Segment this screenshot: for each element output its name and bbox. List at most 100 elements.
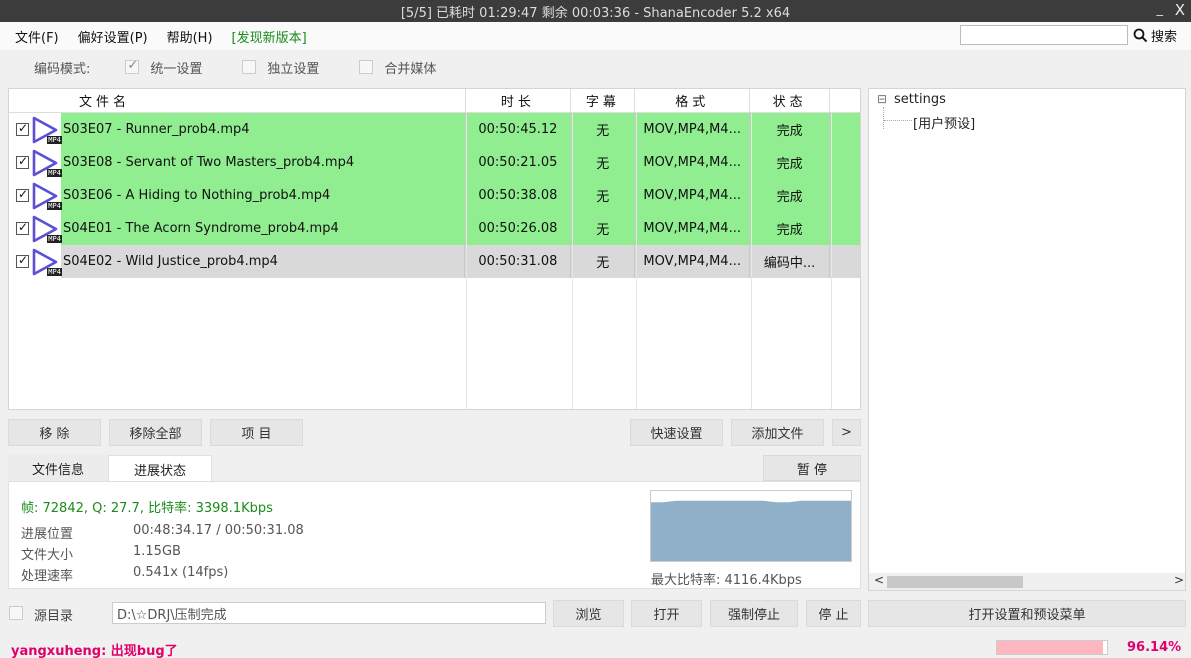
menu-new-version[interactable]: [发现新版本] [232,27,307,46]
row-filename: S04E02 - Wild Justice_prob4.mp4 [60,245,466,278]
row-subtitle: 无 [571,179,636,212]
search-icon [1133,28,1148,43]
row-duration: 00:50:38.08 [465,179,572,212]
header-status[interactable]: 状态 [750,89,831,112]
minimize-button[interactable]: _ [1157,2,1164,17]
menu-help[interactable]: 帮助(H) [167,27,213,46]
browse-button[interactable]: 浏览 [553,600,624,627]
row-status: 完成 [750,146,831,179]
max-bitrate: 最大比特率: 4116.4Kbps [651,573,802,588]
file-table: 文件名 时长 字幕 格式 状态 MP4 S03E07 - Runner_prob… [8,88,861,410]
table-row-1[interactable]: MP4 S03E07 - Runner_prob4.mp4 00:50:45.1… [9,113,860,146]
independent-settings-label: 独立设置 [267,61,320,77]
header-format[interactable]: 格式 [635,89,751,112]
source-dir-checkbox[interactable] [9,605,23,620]
mp4-tag: MP4 [47,234,62,243]
status-message: yangxuheng: 出现bug了 [11,644,178,658]
header-filename[interactable]: 文件名 [9,89,466,112]
header-duration[interactable]: 时长 [466,89,572,112]
encode-summary: 帧: 72842, Q: 27.7, 比特率: 3398.1Kbps [21,501,273,516]
title-bar: [5/5] 已耗时 01:29:47 剩余 00:03:36 - ShanaEn… [0,0,1191,22]
row-subtitle: 无 [571,245,636,278]
position-label: 进展位置 [21,527,74,542]
tree-user-presets[interactable]: [用户预设] [913,113,975,132]
header-extra [830,89,860,112]
menu-preferences[interactable]: 偏好设置(P) [78,27,148,46]
row-duration: 00:50:31.08 [465,245,572,278]
pause-button[interactable]: 暂 停 [763,455,861,481]
speed-label: 处理速率 [21,569,74,584]
stop-button[interactable]: 停 止 [806,600,861,627]
settings-tree-panel: ⊟ settings [用户预设] < > [868,88,1186,591]
add-file-button[interactable]: 添加文件 [731,419,824,446]
row-filename: S04E01 - The Acorn Syndrome_prob4.mp4 [60,212,466,245]
search-input[interactable] [960,25,1128,45]
unified-settings-checkbox[interactable] [125,58,140,74]
mp4-file-icon: MP4 [30,214,62,244]
size-label: 文件大小 [21,548,74,563]
row-duration: 00:50:21.05 [465,146,572,179]
encode-mode-label: 编码模式: [34,61,91,77]
force-stop-button[interactable]: 强制停止 [710,600,798,627]
search-button-label: 搜索 [1151,30,1178,45]
row-checkbox[interactable] [15,220,29,235]
open-button[interactable]: 打开 [631,600,702,627]
row-checkbox[interactable] [15,253,29,268]
scroll-right-arrow[interactable]: > [1174,573,1184,587]
size-value: 1.15GB [133,544,181,559]
row-subtitle: 无 [571,146,636,179]
row-checkbox[interactable] [15,187,29,202]
mp4-tag: MP4 [47,168,62,177]
speed-value: 0.541x (14fps) [133,565,229,580]
header-subtitle[interactable]: 字幕 [571,89,636,112]
output-path-input[interactable] [112,602,546,624]
more-button[interactable]: > [832,419,861,446]
table-row-3[interactable]: MP4 S03E06 - A Hiding to Nothing_prob4.m… [9,179,860,212]
horizontal-scrollbar[interactable]: < > [869,573,1185,590]
merge-media-label: 合并媒体 [384,61,437,77]
remove-button[interactable]: 移 除 [8,419,101,446]
row-format: MOV,MP4,M4... [635,245,751,278]
row-checkbox[interactable] [15,121,29,136]
source-dir-label: 源目录 [34,609,74,624]
row-duration: 00:50:26.08 [465,212,572,245]
overall-progress-bar [996,640,1108,655]
row-status: 编码中... [750,245,831,278]
encode-mode-bar: 编码模式: 统一设置 独立设置 合并媒体 [0,50,868,84]
tab-file-info[interactable]: 文件信息 [8,455,108,482]
row-status: 完成 [750,113,831,146]
table-row-4[interactable]: MP4 S04E01 - The Acorn Syndrome_prob4.mp… [9,212,860,245]
quick-settings-button[interactable]: 快速设置 [630,419,723,446]
menu-file[interactable]: 文件(F) [15,27,59,46]
table-row-5[interactable]: MP4 S04E02 - Wild Justice_prob4.mp4 00:5… [9,245,860,278]
tab-progress[interactable]: 进展状态 [108,455,212,482]
search-button[interactable]: 搜索 [1133,26,1177,45]
item-button[interactable]: 项 目 [210,419,303,446]
mp4-file-icon: MP4 [30,148,62,178]
overall-progress-fill [997,641,1103,654]
table-row-2[interactable]: MP4 S03E08 - Servant of Two Masters_prob… [9,146,860,179]
row-status: 完成 [750,212,831,245]
independent-settings-checkbox[interactable] [242,60,257,74]
row-format: MOV,MP4,M4... [635,113,751,146]
open-settings-presets-button[interactable]: 打开设置和预设菜单 [868,600,1186,627]
status-bar: yangxuheng: 出现bug了 96.14% [0,637,1191,658]
mp4-tag: MP4 [47,267,62,276]
row-status: 完成 [750,179,831,212]
row-checkbox[interactable] [15,154,29,169]
scroll-left-arrow[interactable]: < [874,573,884,587]
merge-media-checkbox[interactable] [359,60,374,74]
remove-all-button[interactable]: 移除全部 [109,419,202,446]
unified-settings-label: 统一设置 [150,61,203,77]
table-header: 文件名 时长 字幕 格式 状态 [9,89,860,113]
tree-expand-icon[interactable]: ⊟ [877,92,887,106]
bitrate-area [651,500,851,561]
bitrate-chart [650,490,852,562]
close-button[interactable]: X [1175,1,1185,19]
row-filename: S03E06 - A Hiding to Nothing_prob4.mp4 [60,179,466,212]
tree-line [883,107,884,129]
overall-progress-percent: 96.14% [1127,640,1182,655]
row-format: MOV,MP4,M4... [635,146,751,179]
scroll-thumb[interactable] [887,576,1023,588]
tree-root-settings[interactable]: settings [894,92,946,107]
